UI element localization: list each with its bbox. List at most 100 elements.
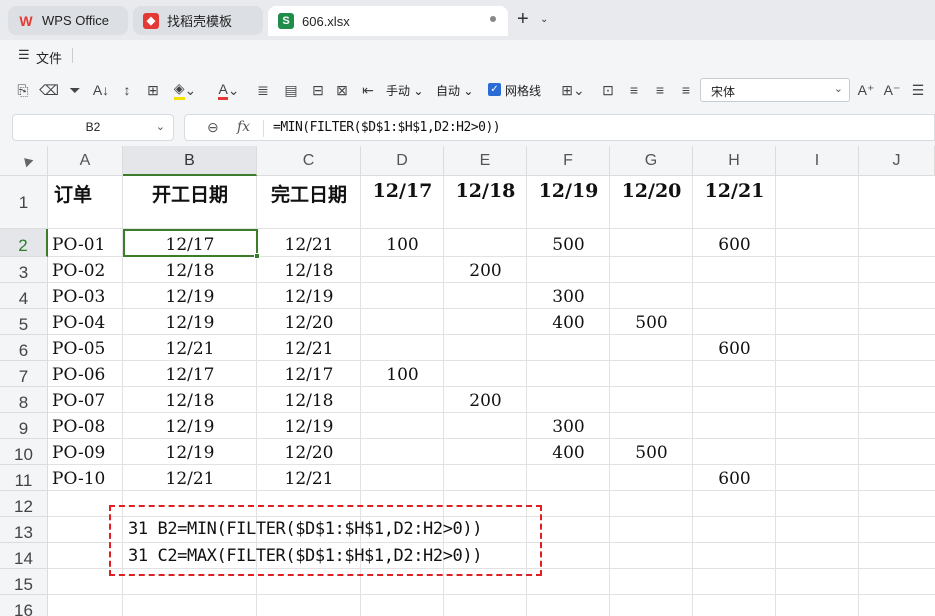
- cell-d2[interactable]: 100: [361, 235, 444, 255]
- format-painter-icon[interactable]: ⎘: [14, 80, 32, 100]
- cell-c10[interactable]: 12/20: [257, 443, 361, 463]
- cell-a6[interactable]: PO-05: [52, 339, 123, 359]
- cell-f2[interactable]: 500: [527, 235, 610, 255]
- cell-a11[interactable]: PO-10: [52, 469, 123, 489]
- row-header-10[interactable]: 10: [0, 439, 48, 465]
- cell-b11[interactable]: 12/21: [123, 469, 257, 489]
- row-header-5[interactable]: 5: [0, 309, 48, 335]
- decrease-font-icon[interactable]: A⁻: [882, 80, 902, 100]
- align-center-icon[interactable]: ≡: [650, 80, 670, 100]
- fx-icon[interactable]: fx: [237, 119, 250, 135]
- cell-c9[interactable]: 12/19: [257, 417, 361, 437]
- zoom-icon[interactable]: ⊖: [207, 119, 219, 136]
- cell-c11[interactable]: 12/21: [257, 469, 361, 489]
- unsaved-dot-icon[interactable]: [490, 16, 496, 22]
- cell-h2[interactable]: 600: [693, 235, 776, 255]
- header-cell-a1[interactable]: 订单: [54, 180, 123, 207]
- cell-d7[interactable]: 100: [361, 365, 444, 385]
- column-header-j[interactable]: J: [859, 146, 935, 176]
- row-header-7[interactable]: 7: [0, 361, 48, 387]
- cell-c7[interactable]: 12/17: [257, 365, 361, 385]
- row-height-dropdown[interactable]: 手动 ⌄: [386, 82, 423, 99]
- header-cell-f1[interactable]: 12/19: [527, 180, 610, 202]
- formula-input[interactable]: =MIN(FILTER($D$1:$H$1,D2:H2>0)): [273, 120, 501, 135]
- align-right-icon[interactable]: ≡: [676, 80, 696, 100]
- cell-a9[interactable]: PO-08: [52, 417, 123, 437]
- cell-a8[interactable]: PO-07: [52, 391, 123, 411]
- row-header-13[interactable]: 13: [0, 517, 48, 543]
- cell-b6[interactable]: 12/21: [123, 339, 257, 359]
- col-width-dropdown[interactable]: 自动 ⌄: [436, 82, 473, 99]
- fill-handle[interactable]: [254, 253, 260, 259]
- header-cell-g1[interactable]: 12/20: [610, 180, 693, 202]
- header-cell-b1[interactable]: 开工日期: [123, 180, 257, 207]
- font-name-select[interactable]: 宋体 ⌄: [700, 78, 850, 102]
- tab-template[interactable]: ◆ 找稻壳模板: [133, 6, 263, 35]
- cell-c8[interactable]: 12/18: [257, 391, 361, 411]
- wrap-text-icon[interactable]: ≣: [254, 80, 272, 100]
- cell-h6[interactable]: 600: [693, 339, 776, 359]
- cell-c2[interactable]: 12/21: [257, 235, 361, 255]
- cell-b4[interactable]: 12/19: [123, 287, 257, 307]
- row-header-3[interactable]: 3: [0, 257, 48, 283]
- cell-c3[interactable]: 12/18: [257, 261, 361, 281]
- column-header-i[interactable]: I: [776, 146, 859, 176]
- clear-format-icon[interactable]: ⌫: [39, 80, 59, 100]
- row-header-9[interactable]: 9: [0, 413, 48, 439]
- font-color-icon[interactable]: A ⌄: [214, 80, 244, 100]
- cell-a3[interactable]: PO-02: [52, 261, 123, 281]
- cell-e8[interactable]: 200: [444, 391, 527, 411]
- header-cell-h1[interactable]: 12/21: [693, 180, 776, 202]
- clear-icon[interactable]: ⊡: [598, 80, 618, 100]
- cell-f4[interactable]: 300: [527, 287, 610, 307]
- row-header-2[interactable]: 2: [0, 229, 48, 257]
- header-cell-d1[interactable]: 12/17: [361, 180, 444, 202]
- row-header-8[interactable]: 8: [0, 387, 48, 413]
- menu-file[interactable]: 文件: [36, 48, 62, 67]
- cell-f10[interactable]: 400: [527, 443, 610, 463]
- cell-b9[interactable]: 12/19: [123, 417, 257, 437]
- tab-wps-office[interactable]: W WPS Office: [8, 6, 128, 35]
- row-header-6[interactable]: 6: [0, 335, 48, 361]
- formula-input-area[interactable]: ⊖ fx =MIN(FILTER($D$1:$H$1,D2:H2>0)): [184, 114, 935, 141]
- column-header-c[interactable]: C: [257, 146, 361, 176]
- cell-b7[interactable]: 12/17: [123, 365, 257, 385]
- cell-g10[interactable]: 500: [610, 443, 693, 463]
- chevron-down-icon[interactable]: ⌄: [540, 14, 548, 25]
- cell-a10[interactable]: PO-09: [52, 443, 123, 463]
- column-header-d[interactable]: D: [361, 146, 444, 176]
- sort-ascending-icon[interactable]: A↓: [90, 80, 112, 100]
- cell-c4[interactable]: 12/19: [257, 287, 361, 307]
- name-box[interactable]: B2 ⌄: [12, 114, 174, 141]
- table-style-icon[interactable]: ⊞⌄: [558, 80, 588, 100]
- gridlines-checkbox[interactable]: ✓: [488, 83, 501, 96]
- column-header-h[interactable]: H: [693, 146, 776, 176]
- cell-b5[interactable]: 12/19: [123, 313, 257, 333]
- cell-b3[interactable]: 12/18: [123, 261, 257, 281]
- cell-a2[interactable]: PO-01: [52, 235, 123, 255]
- row-header-4[interactable]: 4: [0, 283, 48, 309]
- cell-b8[interactable]: 12/18: [123, 391, 257, 411]
- column-header-f[interactable]: F: [527, 146, 610, 176]
- column-header-a[interactable]: A: [48, 146, 123, 176]
- cell-c5[interactable]: 12/20: [257, 313, 361, 333]
- borders-icon[interactable]: ⊞: [144, 80, 162, 100]
- column-header-e[interactable]: E: [444, 146, 527, 176]
- cell-h11[interactable]: 600: [693, 469, 776, 489]
- row-header-1[interactable]: 1: [0, 176, 48, 229]
- column-header-b[interactable]: B: [123, 146, 257, 176]
- cell-f5[interactable]: 400: [527, 313, 610, 333]
- row-header-14[interactable]: 14: [0, 543, 48, 569]
- select-all-corner[interactable]: [0, 146, 48, 176]
- increase-font-icon[interactable]: A⁺: [856, 80, 876, 100]
- cell-g5[interactable]: 500: [610, 313, 693, 333]
- cell-c6[interactable]: 12/21: [257, 339, 361, 359]
- cell-e3[interactable]: 200: [444, 261, 527, 281]
- cell-a4[interactable]: PO-03: [52, 287, 123, 307]
- new-tab-button[interactable]: +: [517, 8, 529, 31]
- fill-color-icon[interactable]: ◈ ⌄: [172, 80, 198, 100]
- hamburger-menu-icon[interactable]: ☰: [18, 47, 30, 63]
- text-align-icon[interactable]: ☰: [908, 80, 928, 100]
- row-header-12[interactable]: 12: [0, 491, 48, 517]
- align-left-icon[interactable]: ≡: [624, 80, 644, 100]
